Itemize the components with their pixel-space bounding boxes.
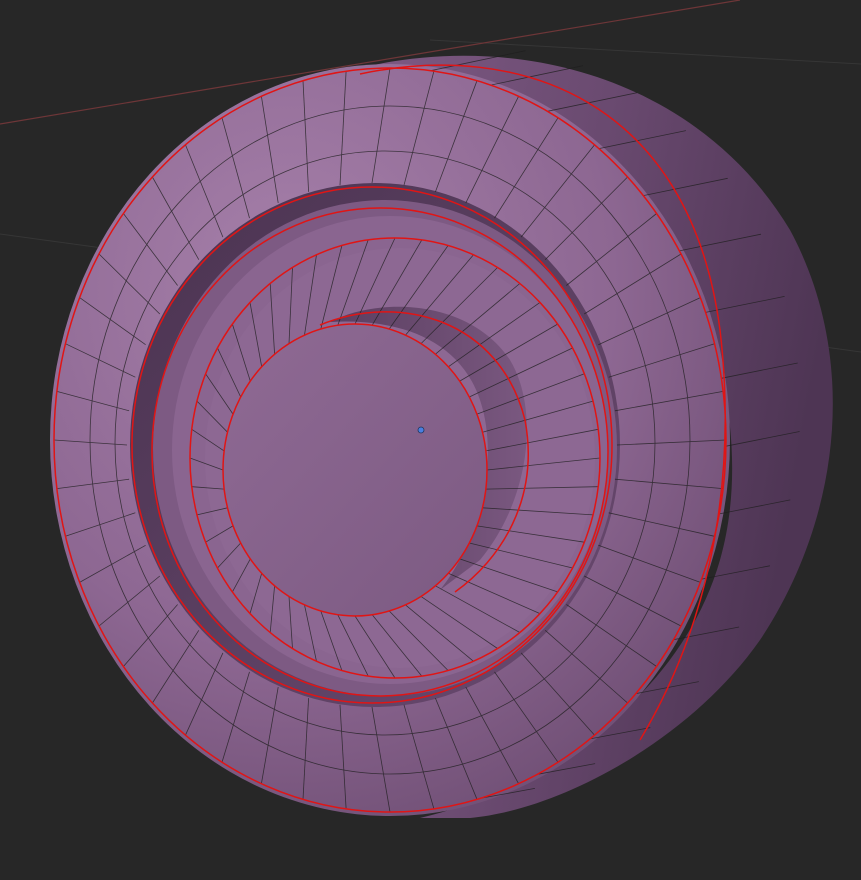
viewport-canvas[interactable] <box>0 0 861 880</box>
3d-viewport[interactable] <box>0 0 861 880</box>
hub-front-face <box>223 324 487 616</box>
origin-point-icon <box>417 426 425 434</box>
